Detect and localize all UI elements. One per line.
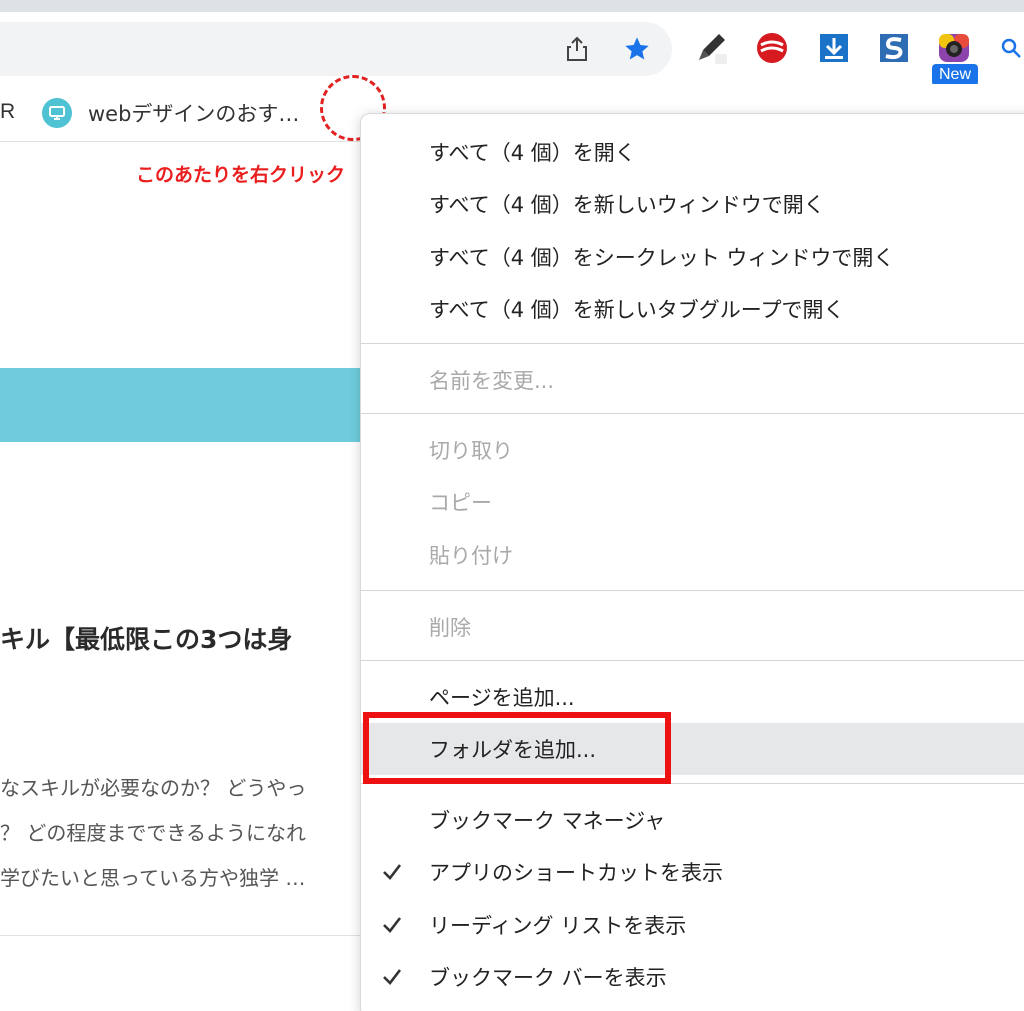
annotation-highlight-box — [363, 712, 671, 784]
article-excerpt-line: 学びたいと思っている方や独学 … — [0, 866, 306, 890]
menu-item-cut[interactable]: 切り取り — [361, 424, 1024, 476]
article-excerpt-line: ？ どの程度までできるようになれ — [0, 821, 306, 845]
address-bar[interactable] — [0, 22, 672, 76]
page-header-band — [0, 368, 380, 442]
bookmark-item-web-design[interactable]: webデザインのおす… — [42, 96, 299, 130]
monitor-favicon-icon — [42, 98, 72, 128]
new-badge: New — [932, 64, 978, 86]
window-top-strip — [0, 0, 1024, 12]
menu-separator — [361, 660, 1024, 661]
menu-item-label: リーディング リストを表示 — [429, 914, 687, 938]
trend-micro-icon[interactable] — [754, 30, 790, 66]
menu-separator — [361, 413, 1024, 414]
menu-item-open-all-incognito[interactable]: すべて（4 個）をシークレット ウィンドウで開く — [361, 231, 1024, 283]
bookmark-item-partial[interactable]: R — [0, 100, 15, 124]
menu-item-label: ブックマーク バーを表示 — [429, 966, 667, 990]
menu-item-show-bookmarks-bar[interactable]: ブックマーク バーを表示 — [361, 951, 1024, 1003]
bookmarks-bar-context-menu: すべて（4 個）を開く すべて（4 個）を新しいウィンドウで開く すべて（4 個… — [360, 113, 1024, 1011]
menu-item-show-apps-shortcut[interactable]: アプリのショートカットを表示 — [361, 846, 1024, 898]
star-icon[interactable] — [622, 34, 652, 64]
checkmark-icon — [383, 917, 402, 933]
eyedropper-icon[interactable] — [694, 30, 730, 66]
menu-item-rename[interactable]: 名前を変更... — [361, 354, 1024, 406]
menu-item-open-all-tab-group[interactable]: すべて（4 個）を新しいタブグループで開く — [361, 283, 1024, 335]
menu-separator — [361, 590, 1024, 591]
menu-separator — [361, 343, 1024, 344]
camera-extension-icon[interactable] — [936, 30, 972, 66]
content-divider — [0, 935, 370, 936]
annotation-right-click-here: このあたりを右クリック — [136, 164, 346, 186]
browser-toolbar: New — [0, 12, 1024, 86]
s-extension-icon[interactable] — [876, 30, 912, 66]
menu-item-open-all[interactable]: すべて（4 個）を開く — [361, 126, 1024, 178]
share-icon[interactable] — [562, 34, 592, 64]
checkmark-icon — [383, 969, 402, 985]
download-extension-icon[interactable] — [816, 30, 852, 66]
checkmark-icon — [383, 864, 402, 880]
menu-item-bookmark-manager[interactable]: ブックマーク マネージャ — [361, 794, 1024, 846]
menu-item-open-all-new-window[interactable]: すべて（4 個）を新しいウィンドウで開く — [361, 178, 1024, 230]
menu-item-show-reading-list[interactable]: リーディング リストを表示 — [361, 899, 1024, 951]
menu-item-label: アプリのショートカットを表示 — [429, 861, 723, 885]
menu-item-paste[interactable]: 貼り付け — [361, 529, 1024, 581]
menu-item-copy[interactable]: コピー — [361, 476, 1024, 528]
bookmark-label: webデザインのおす… — [88, 102, 300, 126]
search-icon[interactable] — [998, 30, 1024, 66]
menu-item-delete[interactable]: 削除 — [361, 601, 1024, 653]
article-title[interactable]: キル【最低限この3つは身 — [0, 620, 292, 656]
article-excerpt-line: なスキルが必要なのか？ どうやっ — [0, 776, 307, 800]
